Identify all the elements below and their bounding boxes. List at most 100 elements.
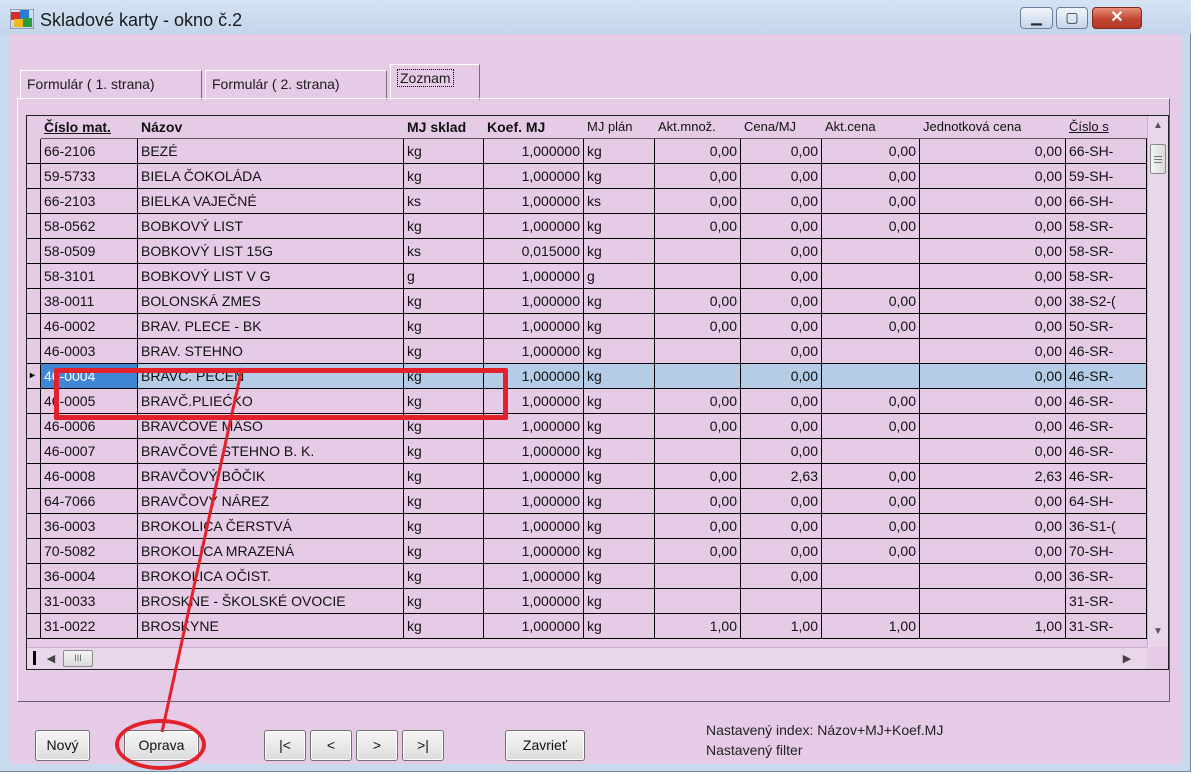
cell-jednotkova-cena[interactable]: 0,00	[920, 389, 1066, 414]
cell-jednotkova-cena[interactable]: 0,00	[920, 539, 1066, 564]
cell-cislo-s[interactable]: 46-SR-	[1066, 464, 1147, 489]
header-col-nazov[interactable]: Názov	[138, 116, 404, 139]
cell-koef-mj[interactable]: 1,000000	[484, 539, 584, 564]
cell-cislo-s[interactable]: 64-SH-	[1066, 489, 1147, 514]
row-indicator[interactable]	[27, 214, 41, 239]
cell-akt-cena[interactable]: 0,00	[822, 464, 920, 489]
row-indicator[interactable]	[27, 139, 41, 164]
maximize-button[interactable]: ▢	[1056, 7, 1088, 29]
cell-mj-sklad[interactable]: kg	[404, 314, 484, 339]
row-indicator[interactable]	[27, 514, 41, 539]
cell-akt-cena[interactable]: 0,00	[822, 164, 920, 189]
cell-koef-mj[interactable]: 1,000000	[484, 164, 584, 189]
cell-mj-plan[interactable]: kg	[584, 239, 655, 264]
row-indicator[interactable]	[27, 339, 41, 364]
minimize-button[interactable]: ▁	[1020, 7, 1053, 29]
cell-nazov[interactable]: BOLONSKÁ ZMES	[138, 289, 404, 314]
row-indicator[interactable]	[27, 289, 41, 314]
cell-koef-mj[interactable]: 1,000000	[484, 289, 584, 314]
header-col-jednotkova-cena[interactable]: Jednotková cena	[920, 116, 1066, 139]
cell-cislo-mat[interactable]: 36-0003	[41, 514, 138, 539]
cell-akt-mnoz[interactable]	[655, 264, 741, 289]
row-indicator[interactable]	[27, 389, 41, 414]
cell-cislo-s[interactable]: 46-SR-	[1066, 414, 1147, 439]
cell-cislo-mat[interactable]: 64-7066	[41, 489, 138, 514]
cell-koef-mj[interactable]: 1,000000	[484, 564, 584, 589]
cell-cena-mj[interactable]: 0,00	[741, 139, 822, 164]
cell-jednotkova-cena[interactable]: 0,00	[920, 439, 1066, 464]
cell-nazov[interactable]: BRAVČOVÝ NÁREZ	[138, 489, 404, 514]
cell-koef-mj[interactable]: 1,000000	[484, 214, 584, 239]
cell-mj-sklad[interactable]: kg	[404, 614, 484, 639]
cell-mj-plan[interactable]: kg	[584, 489, 655, 514]
cell-akt-cena[interactable]: 1,00	[822, 614, 920, 639]
table-row[interactable]: 36-0004 BROKOLICA OČIST. kg 1,000000 kg 0,00 0…	[27, 564, 1147, 589]
cell-jednotkova-cena[interactable]: 0,00	[920, 339, 1066, 364]
row-indicator[interactable]	[27, 614, 41, 639]
cell-mj-sklad[interactable]: kg	[404, 464, 484, 489]
cell-cena-mj[interactable]: 0,00	[741, 214, 822, 239]
cell-mj-sklad[interactable]: kg	[404, 164, 484, 189]
cell-akt-mnoz[interactable]: 0,00	[655, 189, 741, 214]
cell-cislo-s[interactable]: 36-SR-	[1066, 564, 1147, 589]
cell-cislo-mat[interactable]: 66-2103	[41, 189, 138, 214]
cell-cislo-s[interactable]: 66-SH-	[1066, 139, 1147, 164]
cell-cislo-s[interactable]: 58-SR-	[1066, 239, 1147, 264]
cell-nazov[interactable]: BOBKOVÝ LIST 15G	[138, 239, 404, 264]
table-row[interactable]: 58-3101 BOBKOVÝ LIST V Gg 1,000000 g 0,00 0,0…	[27, 264, 1147, 289]
cell-koef-mj[interactable]: 1,000000	[484, 264, 584, 289]
cell-cena-mj[interactable]: 0,00	[741, 489, 822, 514]
cell-cislo-mat[interactable]: 58-3101	[41, 264, 138, 289]
row-indicator[interactable]	[27, 314, 41, 339]
cell-nazov[interactable]: BROKOLICA OČIST.	[138, 564, 404, 589]
cell-koef-mj[interactable]: 1,000000	[484, 589, 584, 614]
cell-jednotkova-cena[interactable]: 0,00	[920, 514, 1066, 539]
cell-mj-plan[interactable]: ks	[584, 189, 655, 214]
cell-mj-plan[interactable]: kg	[584, 364, 655, 389]
table-row[interactable]: 31-0022 BROSKYNE kg 1,000000 kg 1,00 1,00 1,00 1…	[27, 614, 1147, 639]
table-row[interactable]: 36-0003 BROKOLICA ČERSTVÁ kg 1,000000 kg 0,00…	[27, 514, 1147, 539]
cell-akt-cena[interactable]: 0,00	[822, 489, 920, 514]
row-indicator[interactable]	[27, 164, 41, 189]
cell-mj-sklad[interactable]: kg	[404, 589, 484, 614]
cell-akt-cena[interactable]: 0,00	[822, 139, 920, 164]
title-bar[interactable]: Skladové karty - okno č.2 ▁ ▢ ✕	[0, 0, 1191, 34]
cell-jednotkova-cena[interactable]: 0,00	[920, 289, 1066, 314]
cell-akt-mnoz[interactable]: 1,00	[655, 614, 741, 639]
cell-jednotkova-cena[interactable]: 0,00	[920, 489, 1066, 514]
cell-jednotkova-cena[interactable]: 0,00	[920, 214, 1066, 239]
cell-mj-sklad[interactable]: g	[404, 264, 484, 289]
cell-jednotkova-cena[interactable]	[920, 589, 1066, 614]
cell-cena-mj[interactable]	[741, 589, 822, 614]
tab-zoznam[interactable]: Zoznam	[390, 64, 480, 100]
previous-record-button[interactable]: <	[310, 730, 352, 761]
cell-akt-cena[interactable]: 0,00	[822, 514, 920, 539]
cell-mj-sklad[interactable]: kg	[404, 539, 484, 564]
cell-mj-sklad[interactable]: kg	[404, 339, 484, 364]
cell-mj-plan[interactable]: kg	[584, 439, 655, 464]
cell-koef-mj[interactable]: 1,000000	[484, 189, 584, 214]
table-row[interactable]: 31-0033 BROSKNE - ŠKOLSKÉ OVOCIE kg 1,00000…	[27, 589, 1147, 614]
cell-koef-mj[interactable]: 1,000000	[484, 514, 584, 539]
cell-cislo-s[interactable]: 58-SR-	[1066, 264, 1147, 289]
cell-nazov[interactable]: BRAVČOVÝ BÔČIK	[138, 464, 404, 489]
cell-akt-mnoz[interactable]	[655, 364, 741, 389]
cell-akt-mnoz[interactable]: 0,00	[655, 389, 741, 414]
scroll-up-icon[interactable]: ▲	[1150, 120, 1166, 136]
cell-nazov[interactable]: BIELA ČOKOLÁDA	[138, 164, 404, 189]
cell-koef-mj[interactable]: 1,000000	[484, 464, 584, 489]
cell-cislo-mat[interactable]: 59-5733	[41, 164, 138, 189]
cell-mj-plan[interactable]: kg	[584, 314, 655, 339]
cell-cislo-s[interactable]: 50-SR-	[1066, 314, 1147, 339]
cell-mj-plan[interactable]: kg	[584, 589, 655, 614]
cell-mj-plan[interactable]: kg	[584, 389, 655, 414]
header-col-akt-mnoz[interactable]: Akt.množ.	[655, 116, 741, 139]
cell-mj-plan[interactable]: kg	[584, 414, 655, 439]
header-col-akt-cena[interactable]: Akt.cena	[822, 116, 920, 139]
cell-mj-sklad[interactable]: kg	[404, 489, 484, 514]
scroll-right-icon[interactable]: ▶	[1119, 651, 1135, 667]
cell-jednotkova-cena[interactable]: 0,00	[920, 564, 1066, 589]
cell-akt-mnoz[interactable]: 0,00	[655, 464, 741, 489]
cell-mj-sklad[interactable]: ks	[404, 189, 484, 214]
cell-akt-cena[interactable]	[822, 339, 920, 364]
